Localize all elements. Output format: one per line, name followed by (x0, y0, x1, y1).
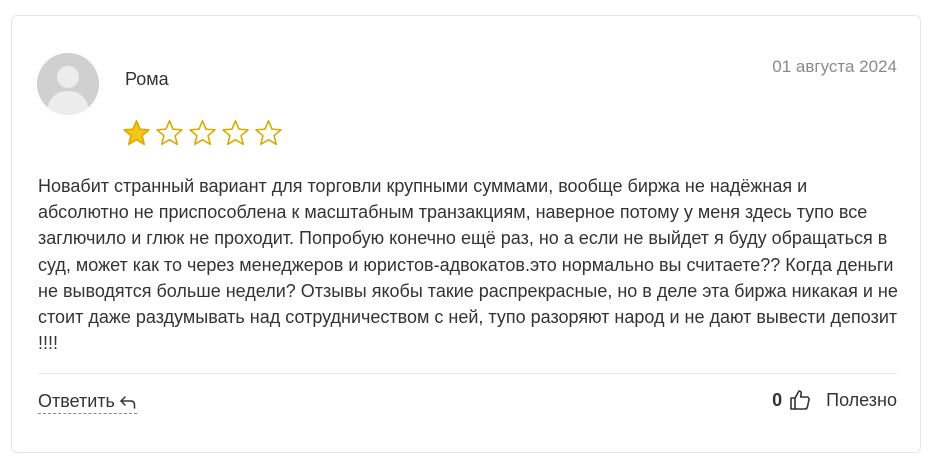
star-outline-icon (255, 120, 282, 146)
review-date: 01 августа 2024 (772, 57, 897, 76)
star-outline-icon (156, 120, 183, 146)
useful-section: 0 Полезно (772, 388, 897, 412)
review-text: Новабит странный вариант для торговли кр… (38, 176, 898, 354)
star-outline-icon (189, 120, 216, 146)
star-filled-icon (123, 120, 150, 146)
reply-label: Ответить (38, 391, 115, 411)
reply-button[interactable]: Ответить (38, 391, 137, 414)
useful-label[interactable]: Полезно (826, 390, 897, 411)
star-rating (122, 119, 283, 148)
divider (38, 373, 897, 374)
avatar (37, 53, 99, 115)
review-author: Рома (125, 69, 169, 89)
like-count: 0 (772, 389, 783, 410)
review-card: Рома 01 августа 2024 Новабит странный ва… (11, 15, 921, 453)
star-outline-icon (222, 120, 249, 146)
thumbs-up-icon[interactable] (788, 388, 812, 412)
reply-arrow-icon (120, 395, 136, 409)
user-avatar-icon (37, 53, 99, 115)
